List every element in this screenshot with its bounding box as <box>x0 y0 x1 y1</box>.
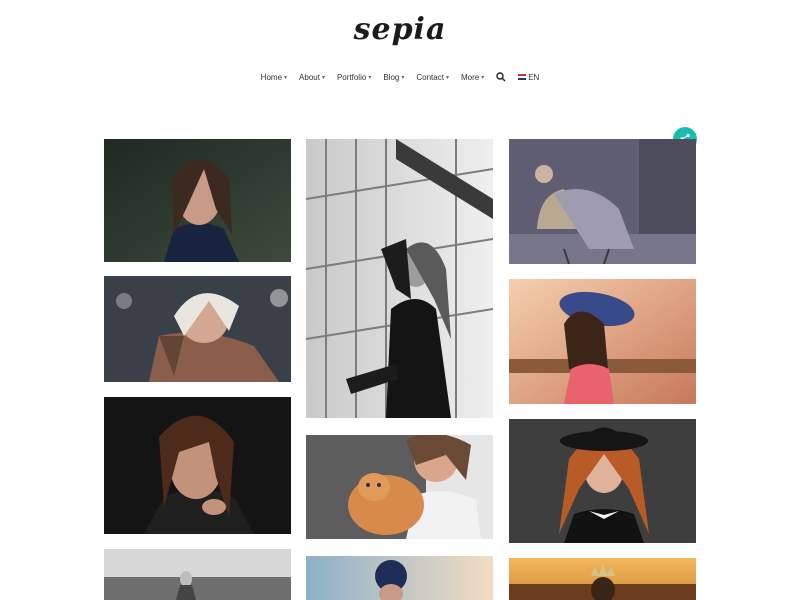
nav-home-label: Home <box>260 72 283 82</box>
photo-image <box>509 558 696 600</box>
gallery-photo[interactable] <box>104 139 291 262</box>
photo-image <box>306 139 493 418</box>
gallery-photo[interactable] <box>306 139 493 418</box>
photo-image <box>104 276 291 382</box>
chevron-down-icon: ▾ <box>481 74 485 81</box>
gallery-photo[interactable] <box>104 276 291 382</box>
gallery-photo[interactable] <box>509 558 696 600</box>
nav-more-label: More <box>460 72 480 82</box>
nav-contact-label: Contact <box>416 72 444 82</box>
nav-blog-label: Blog <box>383 72 400 82</box>
gallery-photo[interactable] <box>306 556 493 600</box>
gallery-photo[interactable] <box>306 435 493 539</box>
nav-portfolio[interactable]: Portfolio ▾ <box>337 72 371 82</box>
gallery-photo[interactable] <box>509 279 696 404</box>
photo-image <box>509 139 696 264</box>
nav-about[interactable]: About ▾ <box>299 72 325 82</box>
photo-image <box>509 279 696 404</box>
nav-about-label: About <box>299 72 320 82</box>
photo-image <box>306 435 493 539</box>
nav-home[interactable]: Home ▾ <box>261 72 287 82</box>
nav-portfolio-label: Portfolio <box>336 72 367 82</box>
gallery-photo[interactable] <box>104 397 291 534</box>
gallery-photo[interactable] <box>509 139 696 264</box>
nav-contact[interactable]: Contact ▾ <box>416 72 449 82</box>
site-logo[interactable]: sepia <box>0 12 800 47</box>
nav-blog[interactable]: Blog ▾ <box>383 72 404 82</box>
chevron-down-icon: ▾ <box>401 74 405 81</box>
chevron-down-icon: ▾ <box>368 74 372 81</box>
search-icon[interactable] <box>496 72 506 82</box>
chevron-down-icon: ▾ <box>321 74 325 81</box>
main-nav: Home ▾ About ▾ Portfolio ▾ Blog ▾ Contact ▾ M… <box>0 72 800 82</box>
nav-more[interactable]: More ▾ <box>461 72 484 82</box>
language-selector[interactable]: EN <box>518 72 539 82</box>
photo-image <box>104 397 291 534</box>
photo-image <box>306 556 493 600</box>
photo-image <box>104 549 291 600</box>
photo-image <box>509 419 696 543</box>
chevron-down-icon: ▾ <box>284 74 288 81</box>
photo-image <box>104 139 291 262</box>
chevron-down-icon: ▾ <box>445 74 449 81</box>
flag-icon <box>518 74 527 80</box>
gallery-photo[interactable] <box>104 549 291 600</box>
language-label: EN <box>528 72 540 82</box>
gallery-photo[interactable] <box>509 419 696 543</box>
